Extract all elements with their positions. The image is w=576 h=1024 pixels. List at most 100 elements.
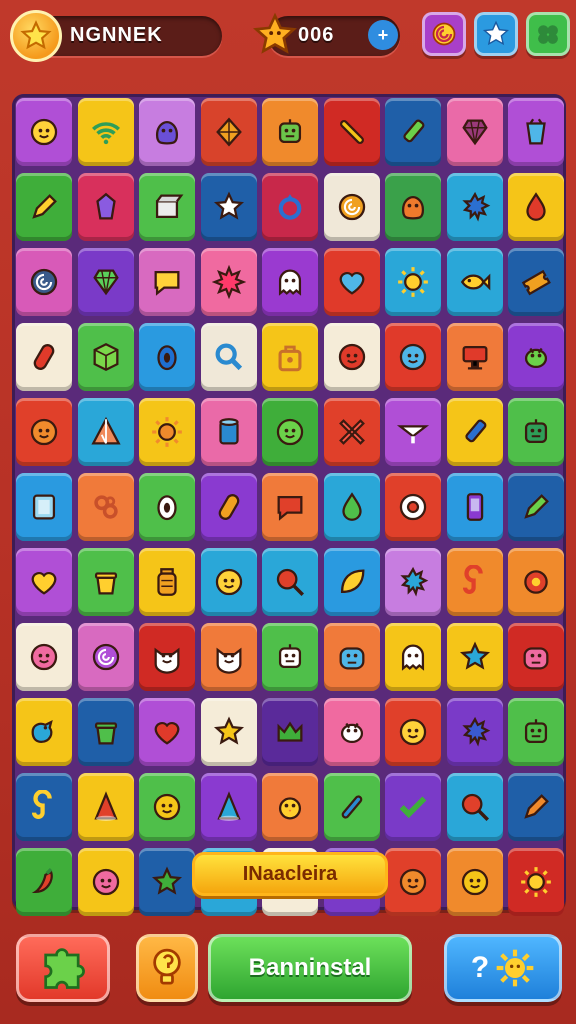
game-tile[interactable] <box>77 98 134 166</box>
game-tile[interactable] <box>200 548 257 616</box>
game-tile[interactable] <box>139 323 195 391</box>
puzzle-button[interactable] <box>16 934 110 1002</box>
game-tile[interactable] <box>446 323 503 391</box>
game-tile[interactable] <box>508 173 564 241</box>
game-tile[interactable] <box>139 98 195 166</box>
game-tile[interactable] <box>16 323 72 391</box>
game-tile[interactable] <box>508 98 564 166</box>
game-tile[interactable] <box>385 773 441 841</box>
game-tile[interactable] <box>446 398 503 466</box>
game-tile[interactable] <box>16 548 72 616</box>
favorites-button[interactable] <box>474 12 518 56</box>
game-tile[interactable] <box>139 548 195 616</box>
game-tile[interactable] <box>446 623 503 691</box>
game-tile[interactable] <box>262 623 318 691</box>
game-tile[interactable] <box>77 623 134 691</box>
game-tile[interactable] <box>508 323 564 391</box>
game-tile[interactable] <box>16 248 72 316</box>
game-tile[interactable] <box>385 398 441 466</box>
game-tile[interactable] <box>446 248 503 316</box>
game-tile[interactable] <box>16 623 72 691</box>
game-tile[interactable] <box>262 323 318 391</box>
game-tile[interactable] <box>16 173 72 241</box>
game-tile[interactable] <box>16 773 72 841</box>
game-tile[interactable] <box>446 173 503 241</box>
game-tile[interactable] <box>77 848 134 916</box>
game-tile[interactable] <box>77 473 134 541</box>
game-tile[interactable] <box>508 473 564 541</box>
game-tile[interactable] <box>139 173 195 241</box>
game-tile[interactable] <box>323 773 380 841</box>
game-tile[interactable] <box>139 473 195 541</box>
play-button[interactable]: Banninstal <box>208 934 412 1002</box>
game-tile[interactable] <box>16 698 72 766</box>
game-tile[interactable] <box>323 248 380 316</box>
game-tile[interactable] <box>323 473 380 541</box>
game-tile[interactable] <box>508 623 564 691</box>
game-tile[interactable] <box>446 548 503 616</box>
game-tile[interactable] <box>16 98 72 166</box>
rewards-button[interactable] <box>422 12 466 56</box>
game-tile[interactable] <box>385 848 441 916</box>
game-tile[interactable] <box>262 173 318 241</box>
game-tile[interactable] <box>262 773 318 841</box>
game-tile[interactable] <box>77 548 134 616</box>
game-tile[interactable] <box>200 473 257 541</box>
add-coins-button[interactable]: + <box>368 20 398 50</box>
game-tile[interactable] <box>16 473 72 541</box>
game-tile[interactable] <box>446 698 503 766</box>
game-tile[interactable] <box>508 248 564 316</box>
game-tile[interactable] <box>385 473 441 541</box>
hint-button[interactable] <box>136 934 198 1002</box>
game-tile[interactable] <box>200 248 257 316</box>
game-tile[interactable] <box>508 398 564 466</box>
game-tile[interactable] <box>77 773 134 841</box>
game-tile[interactable] <box>200 98 257 166</box>
game-tile[interactable] <box>323 623 380 691</box>
game-tile[interactable] <box>385 173 441 241</box>
game-tile[interactable] <box>16 398 72 466</box>
game-tile[interactable] <box>77 173 134 241</box>
game-tile[interactable] <box>323 173 380 241</box>
game-tile[interactable] <box>16 848 72 916</box>
game-tile[interactable] <box>385 323 441 391</box>
game-tile[interactable] <box>508 698 564 766</box>
game-tile[interactable] <box>262 698 318 766</box>
game-tile[interactable] <box>200 323 257 391</box>
game-tile[interactable] <box>262 248 318 316</box>
game-tile[interactable] <box>77 398 134 466</box>
game-tile[interactable] <box>446 848 503 916</box>
game-tile[interactable] <box>508 548 564 616</box>
help-button[interactable]: ? <box>444 934 562 1002</box>
game-tile[interactable] <box>200 398 257 466</box>
game-tile[interactable] <box>446 98 503 166</box>
game-tile[interactable] <box>262 473 318 541</box>
game-tile[interactable] <box>385 548 441 616</box>
game-tile[interactable] <box>385 623 441 691</box>
game-tile[interactable] <box>77 323 134 391</box>
game-tile[interactable] <box>323 323 380 391</box>
game-tile[interactable] <box>77 248 134 316</box>
game-tile[interactable] <box>200 773 257 841</box>
game-tile[interactable] <box>77 698 134 766</box>
game-tile[interactable] <box>323 398 380 466</box>
game-tile[interactable] <box>139 773 195 841</box>
game-tile[interactable] <box>200 173 257 241</box>
game-tile[interactable] <box>200 623 257 691</box>
game-tile[interactable] <box>139 623 195 691</box>
game-tile[interactable] <box>139 398 195 466</box>
game-tile[interactable] <box>385 248 441 316</box>
game-tile[interactable] <box>139 248 195 316</box>
game-tile[interactable] <box>508 773 564 841</box>
game-tile[interactable] <box>262 98 318 166</box>
game-tile[interactable] <box>200 698 257 766</box>
game-tile[interactable] <box>262 398 318 466</box>
game-tile[interactable] <box>323 98 380 166</box>
game-tile[interactable] <box>139 698 195 766</box>
game-tile[interactable] <box>385 98 441 166</box>
game-tile[interactable] <box>323 548 380 616</box>
game-tile[interactable] <box>446 773 503 841</box>
game-tile[interactable] <box>508 848 564 916</box>
game-tile[interactable] <box>262 548 318 616</box>
settings-button[interactable] <box>526 12 570 56</box>
